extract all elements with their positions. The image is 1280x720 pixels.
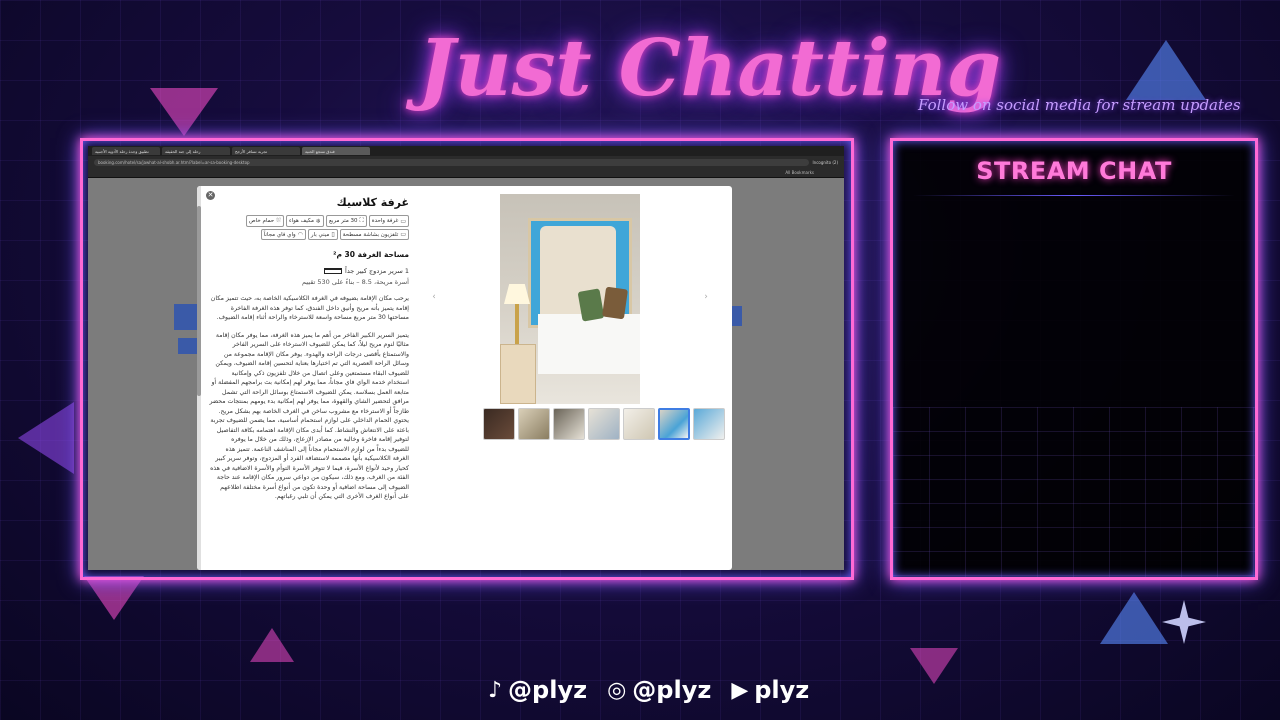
stream-chat-title: STREAM CHAT [976, 157, 1172, 185]
facility-chip: ▭ غرفة واحدة [368, 215, 409, 227]
pillow [602, 286, 628, 320]
snowflake-icon: ❄ [315, 217, 321, 225]
room-size: مساحة الغرفة 30 م² [333, 250, 409, 259]
neon-triangle-decoration [250, 628, 294, 662]
bed-rating: أسرة مريحة، 8.5 – بناءً على 530 تقييم [301, 278, 409, 286]
youtube-icon: ▶ [731, 677, 749, 703]
room-description: يتميز السرير الكبير الفاخر من أهم ما يمي… [209, 331, 409, 501]
tiktok-handle: @plyz [508, 676, 588, 704]
facility-chip-label: ميني بار [310, 231, 330, 238]
facility-chip: ⛆ حمام خاص [246, 215, 284, 227]
stream-chat-panel: STREAM CHAT [890, 138, 1258, 580]
browser-tab-active[interactable]: فندق منتجع الحنية [302, 147, 370, 155]
facility-chip-label: مكيف هواء [288, 218, 314, 224]
youtube-handle: plyz [754, 676, 810, 704]
facility-chip: ⛶ 30 متر مربع [325, 215, 367, 227]
facility-chip-label: حمام خاص [249, 218, 275, 224]
bath-icon: ⛆ [276, 217, 281, 224]
facility-chip: ◠ واي فاي مجاناً [260, 229, 306, 240]
instagram-handle: @plyz [632, 676, 712, 704]
chevron-left-icon[interactable]: ‹ [429, 292, 439, 302]
scrollbar-thumb[interactable] [197, 206, 201, 396]
minibar-icon: ▯ [331, 231, 335, 238]
neon-triangle-decoration [18, 402, 74, 474]
photo-thumbnail-selected[interactable] [658, 408, 690, 440]
facility-chip-label: تلفزيون بشاشة مسطحة [342, 231, 399, 238]
bed-info: 1 سرير مزدوج كبير جداً [209, 267, 409, 275]
photo-thumbnail[interactable] [518, 408, 550, 440]
photo-thumbnail[interactable] [693, 408, 725, 440]
photo-thumbnails [483, 408, 725, 440]
neon-triangle-decoration [910, 648, 958, 684]
photo-thumbnail[interactable] [588, 408, 620, 440]
social-tiktok: ♪ @plyz [488, 676, 587, 704]
lamp-stand [515, 304, 519, 344]
room-info-column: غرفة كلاسيك ▭ غرفة واحدة ⛶ 30 متر مربع ❄ مك… [209, 196, 409, 570]
chevron-right-icon[interactable]: › [701, 292, 711, 302]
neon-triangle-decoration [150, 88, 218, 136]
stream-title: Just Chatting [418, 23, 1001, 114]
room-details-modal: ✕ غرفة كلاسيك ▭ غرفة واحدة ⛶ 30 متر مربع ❄… [197, 186, 732, 570]
social-instagram: ◎ @plyz [607, 676, 711, 704]
browser-window: تطبيق وجدة رحلة الأدوية الأجنبية رحلة إل… [88, 146, 844, 570]
facility-chip-label: غرفة واحدة [371, 218, 399, 224]
facility-chip-label: واي فاي مجاناً [263, 231, 296, 238]
bed-icon [324, 268, 343, 274]
facility-chips: ▭ غرفة واحدة ⛶ 30 متر مربع ❄ مكيف هواء ⛆ حما… [209, 215, 409, 240]
scrollbar[interactable] [197, 186, 201, 570]
neon-triangle-decoration [84, 576, 144, 620]
tv-icon: ▭ [400, 231, 406, 238]
room-title: غرفة كلاسيك [336, 196, 409, 209]
page-button-blurred [174, 304, 198, 330]
photo-thumbnail[interactable] [483, 408, 515, 440]
incognito-indicator[interactable]: Incognito (2) [813, 160, 839, 165]
room-description: يرحب مكان الإقامة بضيوفه في الغرفة الكلا… [210, 295, 409, 321]
tiktok-icon: ♪ [488, 677, 503, 703]
bed-icon: ▭ [400, 217, 406, 225]
photo-thumbnail[interactable] [553, 408, 585, 440]
facility-chip: ▭ تلفزيون بشاشة مسطحة [339, 229, 409, 240]
chat-divider [913, 195, 1235, 196]
instagram-icon: ◎ [607, 677, 627, 703]
address-bar-row: booking.com/hotel/sa/jawhat-al-shobh.ar.… [88, 156, 844, 168]
bookmarks-bar[interactable]: All Bookmarks [88, 168, 844, 178]
nightstand [500, 344, 536, 404]
social-links: ♪ @plyz ◎ @plyz ▶ plyz [488, 676, 809, 704]
page-button-blurred [178, 338, 198, 354]
social-youtube: ▶ plyz [731, 676, 809, 704]
bed [538, 314, 640, 374]
wifi-icon: ◠ [297, 231, 303, 238]
browser-tab[interactable]: تطبيق وجدة رحلة الأدوية الأجنبية [92, 147, 160, 155]
bed-info-text: 1 سرير مزدوج كبير جداً [345, 267, 409, 275]
neon-triangle-decoration [1100, 592, 1168, 644]
chat-grid-floor [893, 407, 1255, 577]
browser-tab[interactable]: رحلة إلى جنة الحقيقة [162, 147, 230, 155]
facility-chip: ❄ مكيف هواء [285, 215, 324, 227]
tab-bar: تطبيق وجدة رحلة الأدوية الأجنبية رحلة إل… [88, 146, 844, 156]
lamp [504, 284, 530, 304]
neon-triangle-decoration [1126, 40, 1206, 100]
url-field[interactable]: booking.com/hotel/sa/jawhat-al-shobh.ar.… [94, 158, 809, 166]
area-icon: ⛶ [359, 217, 364, 224]
browser-tab[interactable]: تجربة تسافر الأرجح [232, 147, 300, 155]
stream-subtitle: Follow on social media for stream update… [918, 96, 1241, 114]
facility-chip: ▯ ميني بار [307, 229, 338, 240]
room-photo[interactable] [500, 194, 640, 404]
photo-thumbnail[interactable] [623, 408, 655, 440]
facility-chip-label: 30 متر مربع [328, 218, 358, 224]
